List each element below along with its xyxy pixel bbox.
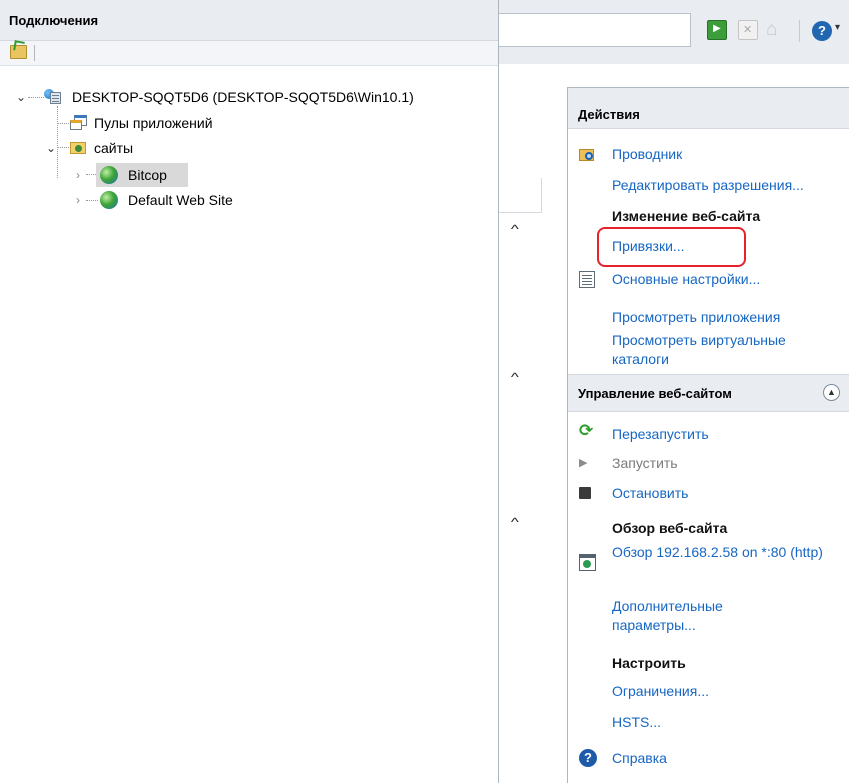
restart-icon: ⟳ <box>579 421 594 440</box>
stop-icon <box>579 487 591 499</box>
tree-node-label: сайты <box>94 140 134 156</box>
server-icon <box>44 89 62 104</box>
collapse-icon[interactable]: ▲ <box>823 384 840 401</box>
connect-icon[interactable] <box>10 45 27 59</box>
collapse-arrow-icon[interactable]: ^ <box>511 370 519 384</box>
chevron-right-icon[interactable]: › <box>76 163 80 187</box>
actions-title: Действия <box>568 88 849 129</box>
globe-icon <box>100 166 118 184</box>
chevron-down-icon[interactable]: ▾ <box>835 22 840 33</box>
edit-permissions-link[interactable]: Редактировать разрешения... <box>612 175 804 195</box>
sites-folder-icon <box>70 140 86 154</box>
browse-link[interactable]: Обзор 192.168.2.58 on *:80 (http) <box>612 543 836 562</box>
tree-node-server[interactable]: ⌄ DESKTOP-SQQT5D6 (DESKTOP-SQQT5D6\Win10… <box>0 85 499 109</box>
tree-node-label: Пулы приложений <box>94 115 213 131</box>
chevron-right-icon[interactable]: › <box>76 188 80 212</box>
help-icon: ? <box>579 749 597 767</box>
start-link: Запустить <box>612 455 678 471</box>
configure-title: Настроить <box>612 655 686 671</box>
help-icon[interactable]: ? <box>812 21 832 41</box>
features-pane-tab <box>499 178 542 213</box>
tree-node-label: Default Web Site <box>128 192 233 208</box>
chevron-down-icon[interactable]: ⌄ <box>46 136 56 160</box>
stop-icon[interactable] <box>738 20 758 40</box>
browse-icon <box>579 554 596 571</box>
go-icon[interactable] <box>707 20 727 40</box>
browse-site-title: Обзор веб-сайта <box>612 520 728 536</box>
hsts-link[interactable]: HSTS... <box>612 712 661 732</box>
advanced-settings-link[interactable]: Дополнительные параметры... <box>612 597 762 635</box>
help-link[interactable]: Справка <box>612 748 667 768</box>
collapse-arrow-icon[interactable]: ^ <box>511 515 519 529</box>
tree-node-sites[interactable]: ⌄ сайты <box>0 136 499 160</box>
features-pane <box>499 64 567 783</box>
explorer-icon <box>579 146 595 162</box>
toolbar-divider <box>34 45 35 61</box>
explorer-link[interactable]: Проводник <box>612 144 682 164</box>
globe-icon <box>100 191 118 209</box>
limits-link[interactable]: Ограничения... <box>612 681 709 701</box>
collapse-arrow-icon[interactable]: ^ <box>511 222 519 236</box>
manage-site-title: Управление веб-сайтом <box>578 386 732 401</box>
tree-node-site[interactable]: › Default Web Site <box>0 188 499 212</box>
connections-pane: Подключения ⌄ DESKTOP-SQQT5D6 (DESKTOP-S… <box>0 0 499 783</box>
tree-node-label: DESKTOP-SQQT5D6 (DESKTOP-SQQT5D6\Win10.1… <box>72 89 414 105</box>
tree-node-app-pools[interactable]: Пулы приложений <box>0 111 499 135</box>
start-icon: ▶ <box>579 457 588 469</box>
view-applications-link[interactable]: Просмотреть приложения <box>612 307 780 327</box>
basic-settings-link[interactable]: Основные настройки... <box>612 269 760 289</box>
app-pools-icon <box>70 115 88 131</box>
connections-toolbar <box>0 41 498 66</box>
annotation-highlight <box>597 227 746 267</box>
manage-site-header: Управление веб-сайтом ▲ <box>568 374 849 412</box>
chevron-down-icon[interactable]: ⌄ <box>16 85 26 109</box>
actions-pane: Действия Проводник Редактировать разреше… <box>567 87 849 783</box>
stop-link[interactable]: Остановить <box>612 483 688 503</box>
restart-link[interactable]: Перезапустить <box>612 424 709 444</box>
tree-node-label: Bitcop <box>128 167 167 183</box>
tree-node-site[interactable]: › Bitcop <box>0 163 499 187</box>
edit-site-title: Изменение веб-сайта <box>612 208 761 224</box>
view-virtual-dirs-link[interactable]: Просмотреть виртуальные каталоги <box>612 331 842 369</box>
connections-title: Подключения <box>0 0 498 41</box>
toolbar-divider <box>799 20 800 42</box>
basic-settings-icon <box>579 271 595 288</box>
address-bar[interactable] <box>498 13 691 47</box>
home-icon[interactable]: ⌂ <box>766 20 786 40</box>
